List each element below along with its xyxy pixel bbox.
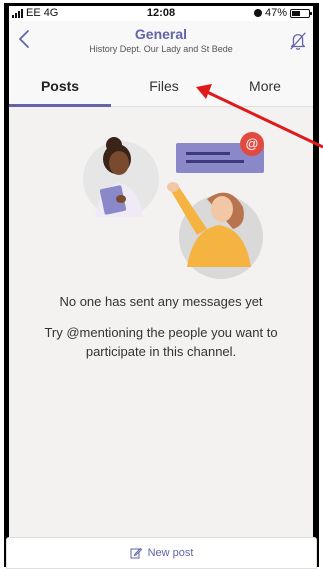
empty-state-illustration: @ [83, 132, 264, 279]
bell-off-icon[interactable] [287, 30, 309, 52]
new-post-button[interactable]: New post [6, 537, 317, 569]
channel-title: General [134, 26, 188, 42]
battery-percent: 47% [264, 7, 287, 19]
alarm-icon [253, 9, 262, 17]
new-post-label: New post [147, 547, 194, 559]
team-name: History Dept. Our Lady and St Bede [89, 44, 233, 54]
empty-state-subtitle: Try @mentioning the people you want to p… [44, 325, 278, 359]
battery-icon [290, 8, 312, 18]
phone-screen: EE 4G 12:08 47% General History Dept. Ou… [4, 3, 319, 567]
svg-text:@: @ [245, 136, 258, 151]
channel-tabs: Posts Files More [9, 66, 313, 107]
tab-files[interactable]: Files [113, 66, 215, 106]
tab-more[interactable]: More [215, 66, 313, 106]
empty-state-title: No one has sent any messages yet [59, 294, 263, 309]
compose-icon [130, 547, 142, 559]
tab-posts[interactable]: Posts [9, 66, 111, 106]
status-bar: EE 4G 12:08 47% [9, 6, 313, 21]
channel-header: General History Dept. Our Lady and St Be… [9, 21, 313, 66]
battery-info: 47% [253, 7, 312, 19]
posts-feed: @ No one has sent any messages yet Try @… [9, 107, 313, 567]
